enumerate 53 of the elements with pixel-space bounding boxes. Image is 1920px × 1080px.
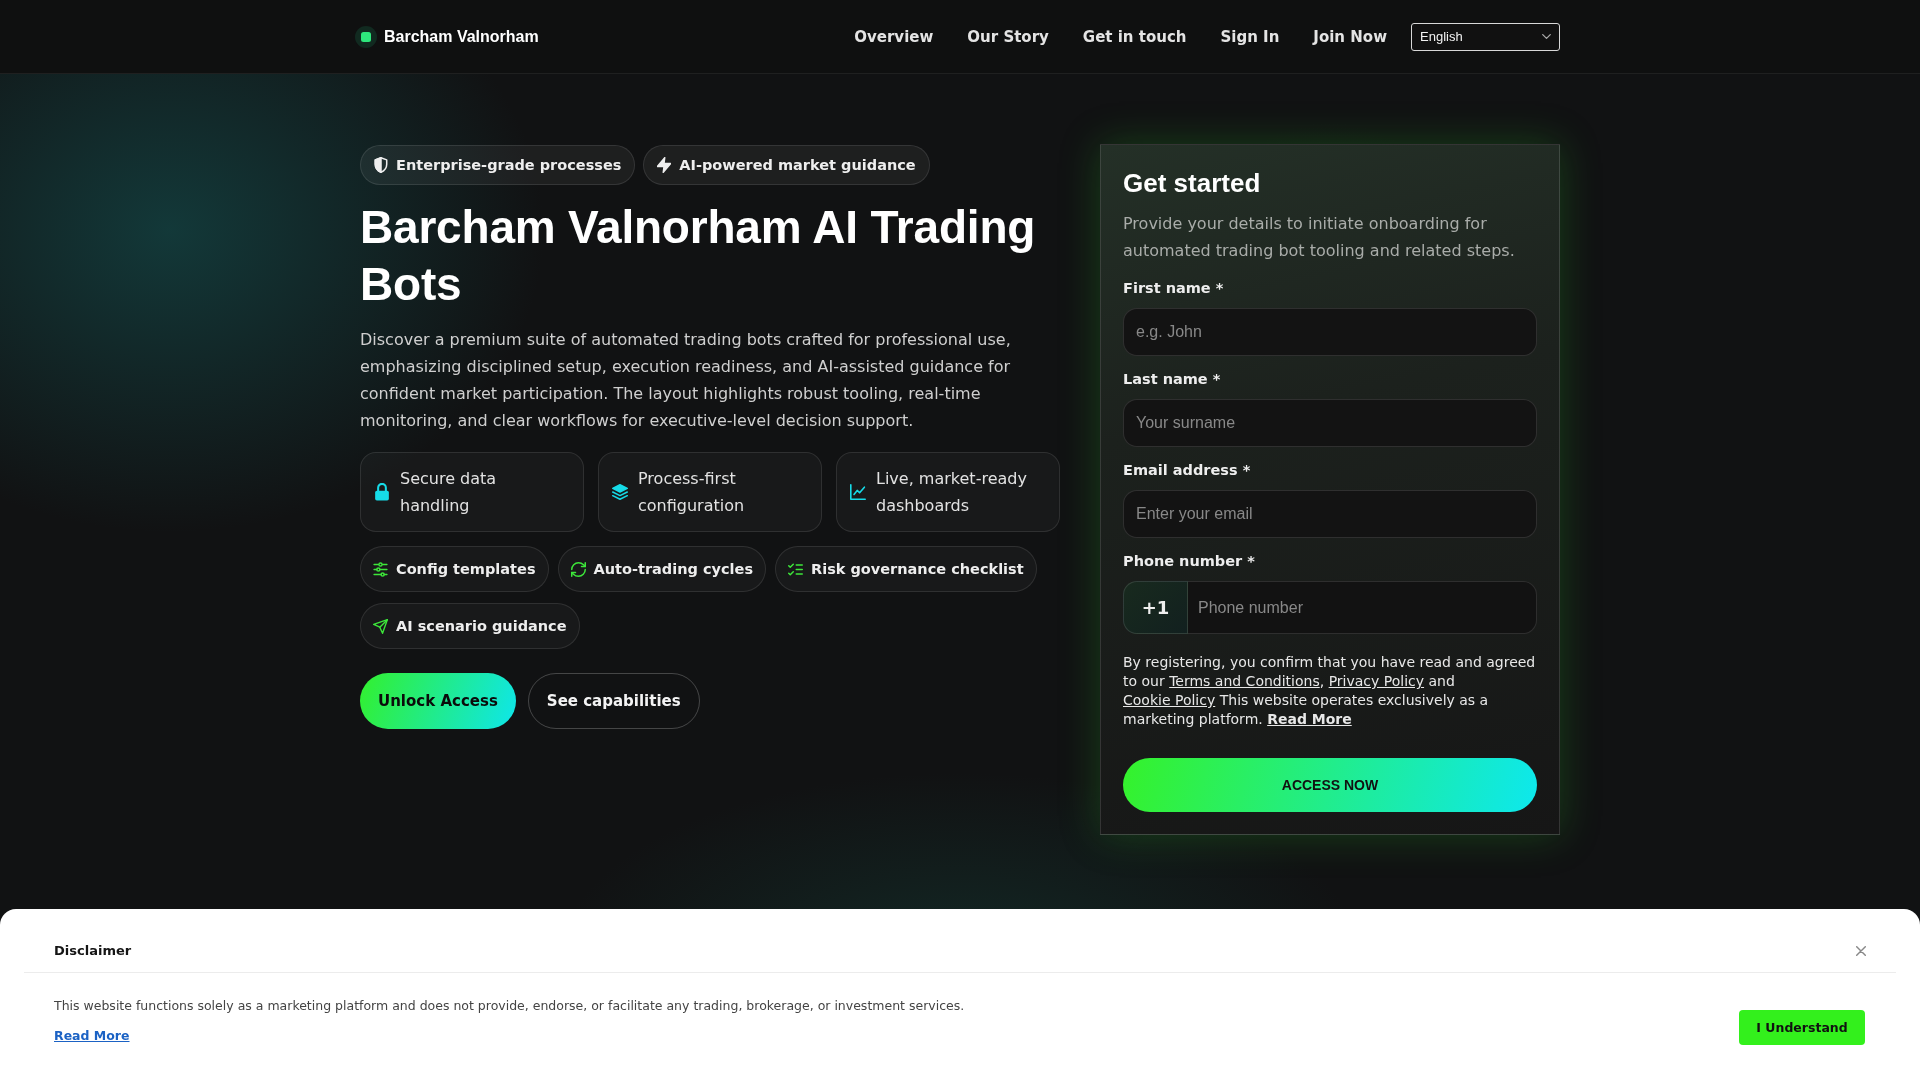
tag-label: Risk governance checklist — [811, 561, 1024, 577]
tag-label: Config templates — [396, 561, 536, 577]
policy-link[interactable]: Terms and Conditions — [1169, 673, 1320, 689]
disclaimer-title: Disclaimer — [54, 942, 132, 960]
language-select[interactable]: English — [1411, 22, 1560, 51]
text-input-field[interactable]: Enter your email — [1123, 490, 1537, 538]
badge-label: AI-powered market guidance — [679, 157, 916, 173]
access-now-button[interactable]: ACCESS NOW — [1123, 758, 1537, 812]
nav-link[interactable]: Our Story — [967, 27, 1049, 46]
nav-link[interactable]: Overview — [854, 27, 934, 46]
badge-label: Enterprise-grade processes — [396, 157, 622, 173]
consent-text: By registering, you confirm that you have read and agreed to our Terms and Conditions, Privacy Policy and Cookie Policy This website operates exclusively as a marketing platform. Read More — [1123, 653, 1537, 729]
nav-link[interactable]: Get in touch — [1082, 27, 1187, 46]
tag-label: AI scenario guidance — [396, 618, 567, 634]
phone-input-field[interactable]: Phone number — [1188, 581, 1537, 634]
paper-plane-icon — [373, 618, 388, 634]
card-description: Provide your details to initiate onboarding for automated trading bot tooling and related steps. — [1123, 213, 1516, 262]
refresh-icon — [570, 561, 586, 577]
layers-icon — [612, 483, 628, 501]
field-label: Phone number * — [1123, 552, 1256, 571]
sliders-icon — [373, 561, 388, 577]
nav-link[interactable]: Join Now — [1313, 27, 1387, 46]
read-more-link[interactable]: Read More — [1267, 711, 1352, 727]
field-label: Last name * — [1123, 370, 1222, 389]
hero-description: Discover a premium suite of automated trading bots crafted for professional use, emphasizing disciplined setup, execution readiness, and AI-assisted guidance for confident market participation. The layout highlights robust tooling, real-time monitoring, and clear workflows for executive-level decision support. — [360, 329, 1012, 432]
text-input-field[interactable]: e.g. John — [1123, 308, 1537, 356]
policy-link[interactable]: Cookie Policy — [1123, 692, 1216, 708]
close-button[interactable] — [1856, 946, 1866, 956]
checklist-icon — [788, 561, 803, 577]
line-chart-icon — [850, 483, 866, 501]
close-icon — [1856, 946, 1866, 956]
feature-label: Process-first configuration — [638, 468, 746, 517]
policy-link[interactable]: Privacy Policy — [1328, 673, 1425, 689]
feature-label: Live, market-ready dashboards — [876, 468, 1028, 517]
feature-label: Secure data handling — [400, 468, 498, 517]
logo-icon — [355, 25, 377, 48]
unlock-access-button[interactable]: Unlock Access — [360, 673, 516, 729]
lock-icon — [374, 483, 390, 501]
text-input-field[interactable]: Your surname — [1123, 399, 1537, 447]
understand-button[interactable]: I Understand — [1739, 1009, 1865, 1045]
country-code-prefix: +1 — [1123, 581, 1188, 634]
read-more-link[interactable]: Read More — [54, 1027, 130, 1045]
brand-name: Barcham Valnorham — [384, 27, 539, 46]
card-title: Get started — [1123, 167, 1262, 200]
lightning-bolt-icon — [657, 157, 672, 173]
tag-label: Auto-trading cycles — [593, 561, 753, 577]
disclaimer-text: This website functions solely as a marketing platform and does not provide, endorse, or facilitate any trading, brokerage, or investment services. — [54, 997, 965, 1015]
hero-title: Barcham Valnorham AI Trading Bots — [360, 200, 1037, 312]
field-label: First name * — [1123, 279, 1225, 298]
nav-link[interactable]: Sign In — [1220, 27, 1280, 46]
shield-icon — [374, 157, 388, 173]
caret-icon — [1542, 34, 1551, 39]
field-label: Email address * — [1123, 461, 1252, 480]
